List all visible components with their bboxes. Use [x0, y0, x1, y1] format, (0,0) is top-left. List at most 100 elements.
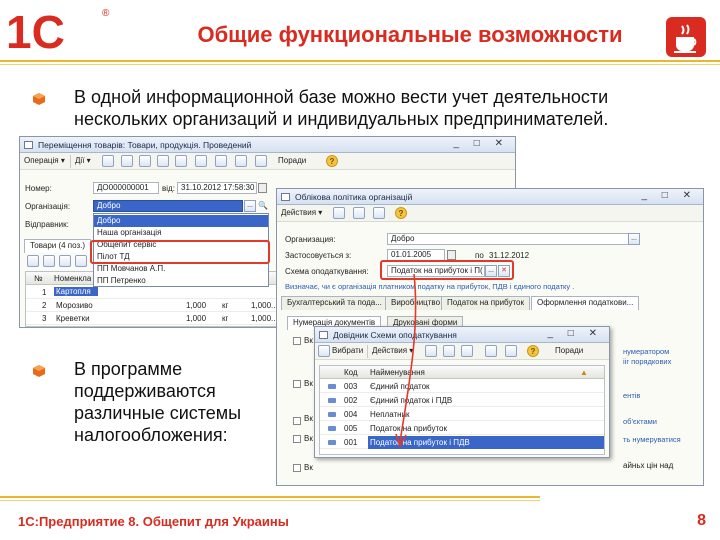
checkbox[interactable]: [293, 337, 301, 345]
post-icon[interactable]: [353, 207, 365, 219]
edit-row-icon[interactable]: [59, 255, 71, 267]
bullet-icon: [33, 365, 45, 377]
table-row[interactable]: 002 Єдиний податок і ПДВ: [320, 394, 604, 407]
hint-link[interactable]: ть нумеруватися: [623, 435, 681, 444]
dropdown-item[interactable]: Наша організація: [94, 227, 268, 239]
help-icon[interactable]: ?: [395, 207, 407, 219]
edit-icon[interactable]: [443, 345, 455, 357]
window-controls[interactable]: _ □ ✕: [453, 138, 509, 149]
structure-icon[interactable]: [157, 155, 169, 167]
sort-icon[interactable]: ▲: [580, 368, 588, 377]
java-cup-icon: [666, 17, 706, 57]
settings-icon[interactable]: [235, 155, 247, 167]
column-header: Номенкла: [54, 274, 92, 283]
catalog-item-icon: [328, 384, 336, 389]
hint-link[interactable]: об'єктами: [623, 417, 657, 426]
operation-menu[interactable]: Операція ▾: [24, 156, 65, 165]
hint-link[interactable]: ентів: [623, 391, 640, 400]
select-button[interactable]: Вибрати: [332, 346, 363, 355]
search-icon[interactable]: 🔍: [258, 201, 268, 210]
logo-text: 1С: [6, 6, 65, 54]
table-row[interactable]: 004 Неплатник: [320, 408, 604, 421]
window-titlebar: Облікова політика організацій _ □ ✕: [277, 189, 703, 205]
dropdown-item[interactable]: ПП Петренко: [94, 275, 268, 287]
date-field[interactable]: 31.10.2012 17:58:30: [177, 182, 257, 194]
window-titlebar: Довідник Схеми оподаткування _ □ ✕: [315, 327, 609, 343]
window-controls[interactable]: _ □ ✕: [641, 190, 697, 201]
dropdown-item[interactable]: ПП Мовчанов А.П.: [94, 263, 268, 275]
calendar-icon[interactable]: [447, 250, 456, 260]
slide-title: Общие функциональные возможности: [197, 22, 623, 47]
journal-icon[interactable]: [215, 155, 227, 167]
window-controls[interactable]: _ □ ✕: [547, 328, 603, 339]
tab-tax-documents[interactable]: Оформлення податкови...: [531, 296, 640, 310]
document-icon: [24, 141, 33, 149]
hint-link[interactable]: нумератором: [623, 347, 669, 356]
sort-icon[interactable]: [195, 155, 207, 167]
catalog-toolbar: Вибрати Действия ▾ ? Поради: [315, 343, 609, 360]
sender-label: Відправник:: [25, 220, 69, 229]
highlight-frame: [90, 240, 270, 264]
delete-row-icon[interactable]: [75, 255, 87, 267]
add-row-icon[interactable]: [27, 255, 39, 267]
report-icon[interactable]: [255, 155, 267, 167]
post-icon[interactable]: [102, 155, 114, 167]
organization-select-button[interactable]: ...: [244, 200, 256, 212]
help-tips-button[interactable]: Поради: [278, 156, 306, 165]
table-header: Код Найменування ▲: [320, 366, 604, 379]
select-icon[interactable]: [318, 345, 330, 357]
table-row[interactable]: 1 Картопля: [26, 286, 284, 299]
catalog-item-icon: [328, 412, 336, 417]
document-toolbar: Операція ▾ Дії ▾ Поради ?: [20, 153, 515, 170]
save-icon[interactable]: [333, 207, 345, 219]
save-icon[interactable]: [121, 155, 133, 167]
tab-profit-tax[interactable]: Податок на прибуток: [441, 296, 530, 310]
number-field[interactable]: ДО000000001: [93, 182, 159, 194]
table-row[interactable]: 001 Податок на прибуток і ПДВ: [320, 436, 604, 449]
document-icon[interactable]: [175, 155, 187, 167]
tax-scheme-label: Схема оподаткування:: [285, 267, 369, 276]
help-icon[interactable]: ?: [527, 345, 539, 357]
clear-filter-icon[interactable]: [485, 345, 497, 357]
checkbox-label: Вк: [304, 336, 313, 345]
help-icon[interactable]: ?: [326, 155, 338, 167]
checkbox[interactable]: [293, 417, 301, 425]
calendar-icon[interactable]: [258, 183, 267, 193]
date-label: від:: [162, 184, 175, 193]
actions-menu[interactable]: Дії ▾: [75, 156, 91, 165]
applied-from-label: Застосовується з:: [285, 251, 352, 260]
table-row[interactable]: 003 Єдиний податок: [320, 380, 604, 393]
table-row[interactable]: 005 Податок на прибуток: [320, 422, 604, 435]
date-to-value: 31.12.2012: [489, 251, 530, 260]
dropdown-item[interactable]: Добро: [94, 215, 268, 227]
copy-row-icon[interactable]: [43, 255, 55, 267]
organization-select-button[interactable]: ...: [628, 233, 640, 245]
tax-scheme-table: Код Найменування ▲ 003 Єдиний податок 00…: [319, 365, 605, 455]
checkbox[interactable]: [293, 435, 301, 443]
hint-link[interactable]: ііг порядкових: [623, 357, 671, 366]
catalog-item-icon: [328, 426, 336, 431]
tab-goods[interactable]: Товари (4 поз.): [24, 239, 92, 253]
column-header: Код: [344, 368, 358, 377]
checkbox[interactable]: [293, 464, 301, 472]
actions-menu[interactable]: Действия ▾: [281, 208, 322, 217]
1c-logo: 1С ®: [6, 6, 110, 54]
tab-accounting[interactable]: Бухгалтерський та пода...: [281, 296, 388, 310]
copy-icon[interactable]: [373, 207, 385, 219]
table-row[interactable]: 3 Креветки 1,000 кг 1,000...: [26, 312, 284, 325]
date-to-label: по: [475, 251, 484, 260]
checkbox[interactable]: [293, 380, 301, 388]
help-tips-button[interactable]: Поради: [555, 346, 583, 355]
filter-icon[interactable]: [461, 345, 473, 357]
hint-text: айньх цін над: [623, 461, 674, 470]
column-header: №: [34, 274, 43, 283]
pointer-arrow: [395, 273, 417, 448]
document-icon: [281, 193, 290, 201]
page-number: 8: [697, 512, 706, 529]
copy-icon[interactable]: [139, 155, 151, 167]
organization-field[interactable]: Добро: [387, 233, 637, 245]
table-row[interactable]: 2 Морозиво 1,000 кг 1,000...: [26, 299, 284, 312]
refresh-icon[interactable]: [505, 345, 517, 357]
catalog-item-icon: [328, 398, 336, 403]
organization-field[interactable]: Добро: [93, 200, 243, 212]
